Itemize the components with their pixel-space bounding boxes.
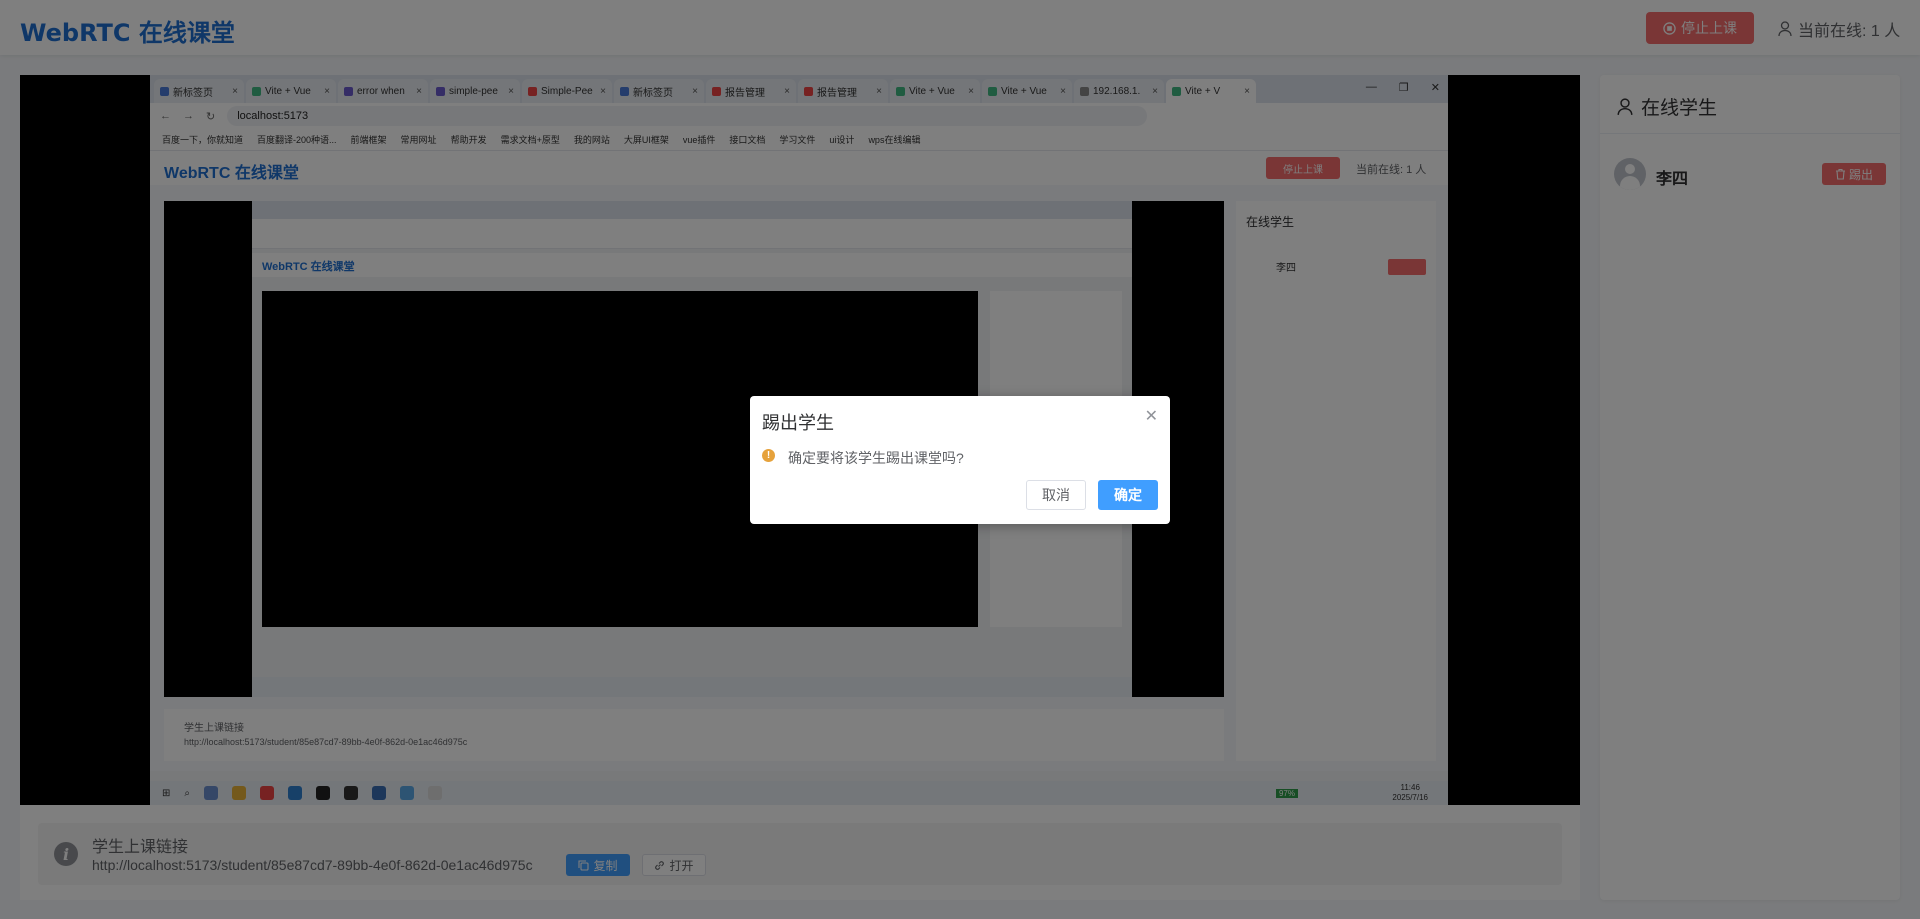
dialog-message: 确定要将该学生踢出课堂吗? <box>788 450 964 466</box>
close-icon[interactable]: ✕ <box>1145 406 1158 426</box>
confirm-button[interactable]: 确定 <box>1098 480 1158 510</box>
dialog-title: 踢出学生 <box>762 413 834 433</box>
cancel-button[interactable]: 取消 <box>1026 480 1086 510</box>
kick-confirm-dialog: 踢出学生 ✕ ! 确定要将该学生踢出课堂吗? 取消 确定 <box>750 396 1170 524</box>
warning-icon: ! <box>762 449 775 462</box>
